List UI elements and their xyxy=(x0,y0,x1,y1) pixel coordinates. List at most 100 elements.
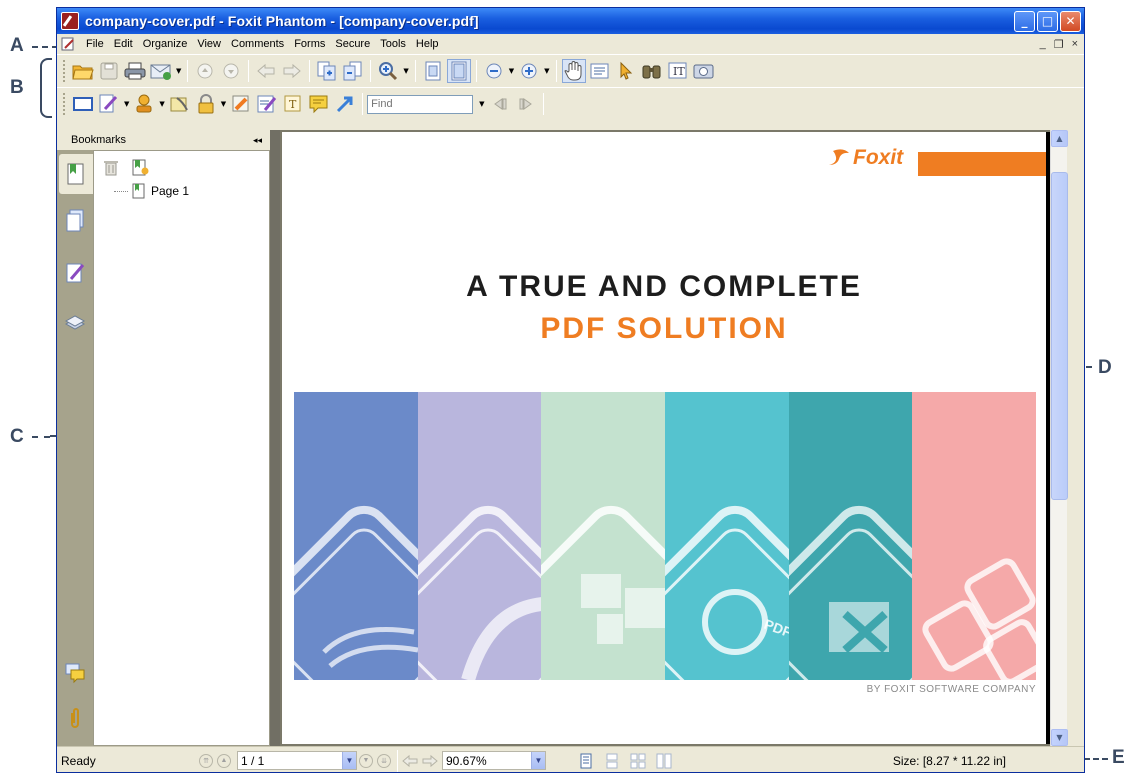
maximize-button[interactable]: □ xyxy=(1037,10,1058,32)
select-text-button[interactable] xyxy=(588,59,612,83)
actual-size-button[interactable] xyxy=(421,59,445,83)
next-view-button[interactable] xyxy=(280,59,304,83)
select-annotation-button[interactable] xyxy=(614,59,638,83)
close-button[interactable]: ✕ xyxy=(1060,10,1081,32)
first-page-nav-button[interactable]: ⇈ xyxy=(199,753,213,768)
tab-pages[interactable] xyxy=(62,208,88,234)
next-page-nav-button[interactable]: ▼ xyxy=(359,753,373,768)
new-bookmark-icon[interactable] xyxy=(131,158,149,176)
zoom-out-dropdown-icon[interactable]: ▼ xyxy=(509,67,514,75)
form-field-button[interactable] xyxy=(71,92,95,116)
prev-page-icon: ▲ xyxy=(220,757,228,764)
menu-organize[interactable]: Organize xyxy=(138,38,193,50)
doc-minimize-button[interactable]: _ xyxy=(1040,38,1046,51)
edit-dropdown-icon[interactable]: ▼ xyxy=(124,100,129,108)
menu-tools[interactable]: Tools xyxy=(375,38,411,50)
scroll-down-button[interactable]: ▼ xyxy=(1051,729,1068,746)
zoom-plus-dropdown-icon[interactable]: ▼ xyxy=(544,67,549,75)
edit-pen-icon xyxy=(99,94,118,113)
vertical-scrollbar[interactable]: ▲ ▼ xyxy=(1050,130,1068,746)
open-button[interactable] xyxy=(71,59,95,83)
continuous-facing-layout-button[interactable] xyxy=(652,749,676,773)
bookmark-label: Page 1 xyxy=(151,184,190,198)
typewriter-button[interactable]: IT xyxy=(666,59,690,83)
tab-signatures[interactable] xyxy=(62,260,88,286)
panel-splitter[interactable] xyxy=(270,130,280,746)
zoom-dropdown-button[interactable]: ▼ xyxy=(531,752,545,769)
scroll-thumb[interactable] xyxy=(1051,172,1068,500)
prev-page-nav-button[interactable]: ▲ xyxy=(217,753,231,768)
tab-comments[interactable] xyxy=(62,660,88,686)
print-button[interactable] xyxy=(123,59,147,83)
foxit-app-icon[interactable] xyxy=(61,12,79,30)
last-page-nav-button[interactable]: ⇊ xyxy=(377,753,391,768)
save-button[interactable] xyxy=(97,59,121,83)
forward-arrow-icon[interactable] xyxy=(422,754,438,768)
page-dropdown-button[interactable]: ▼ xyxy=(342,752,356,769)
scroll-up-button[interactable]: ▲ xyxy=(1051,130,1068,147)
snapshot-button[interactable] xyxy=(692,59,716,83)
collapse-panel-button[interactable]: ◂◂ xyxy=(253,135,262,146)
menu-secure[interactable]: Secure xyxy=(330,38,375,50)
continuous-layout-button[interactable] xyxy=(600,749,624,773)
menu-view[interactable]: View xyxy=(192,38,226,50)
edit-document-button[interactable] xyxy=(97,92,121,116)
status-text: Ready xyxy=(61,753,96,768)
toolbar-row-1: ▼ ▼ ▼ ▼ IT xyxy=(57,54,1084,87)
single-page-layout-button[interactable] xyxy=(574,749,598,773)
find-input[interactable] xyxy=(367,94,474,114)
security-dropdown-icon[interactable]: ▼ xyxy=(221,100,226,108)
doc-restore-button[interactable]: ❐ xyxy=(1054,38,1064,51)
previous-view-button[interactable] xyxy=(254,59,278,83)
zoom-field[interactable]: 90.67% ▼ xyxy=(442,751,546,770)
text-field-button[interactable]: T xyxy=(281,92,305,116)
toolbar-grip[interactable] xyxy=(63,60,66,82)
highlight-button[interactable] xyxy=(229,92,253,116)
find-dropdown-icon[interactable]: ▼ xyxy=(479,100,484,108)
bookmark-item[interactable]: Page 1 xyxy=(114,183,269,199)
facing-layout-button[interactable] xyxy=(626,749,650,773)
email-button[interactable] xyxy=(149,59,173,83)
arrow-tool-button[interactable] xyxy=(333,92,357,116)
form-designer-button[interactable] xyxy=(255,92,279,116)
last-page-button[interactable] xyxy=(219,59,243,83)
find-next-button[interactable] xyxy=(514,92,538,116)
document-menu-icon[interactable] xyxy=(61,37,77,51)
extract-pages-button[interactable] xyxy=(341,59,365,83)
attach-button[interactable] xyxy=(168,92,192,116)
security-button[interactable] xyxy=(194,92,218,116)
menu-file[interactable]: File xyxy=(81,38,109,50)
menu-comments[interactable]: Comments xyxy=(226,38,289,50)
loupe-tool-button[interactable] xyxy=(640,59,664,83)
menu-help[interactable]: Help xyxy=(411,38,444,50)
note-button[interactable] xyxy=(307,92,331,116)
page-number-field[interactable]: 1 / 1 ▼ xyxy=(237,751,357,770)
menu-edit[interactable]: Edit xyxy=(109,38,138,50)
insert-pages-button[interactable] xyxy=(315,59,339,83)
tab-bookmarks[interactable] xyxy=(59,154,93,194)
sign-dropdown-icon[interactable]: ▼ xyxy=(159,100,164,108)
magnifier-frame-icon: PDF xyxy=(665,505,789,680)
find-previous-button[interactable] xyxy=(488,92,512,116)
zoom-in-button[interactable] xyxy=(376,59,400,83)
menu-forms[interactable]: Forms xyxy=(289,38,330,50)
zoom-in-dropdown-icon[interactable]: ▼ xyxy=(403,67,408,75)
callout-b: B xyxy=(10,77,24,98)
comments-icon xyxy=(65,663,85,684)
email-dropdown-icon[interactable]: ▼ xyxy=(176,67,181,75)
toolbar-grip[interactable] xyxy=(63,93,66,115)
zoom-out-button[interactable] xyxy=(482,59,506,83)
minimize-button[interactable]: _ xyxy=(1014,10,1035,32)
tab-attachments[interactable] xyxy=(62,706,88,732)
delete-trash-icon[interactable] xyxy=(103,158,119,176)
document-view[interactable]: Foxit A TRUE AND COMPLETE PDF SOLUTION P… xyxy=(280,130,1050,746)
fit-page-button[interactable] xyxy=(446,59,471,83)
back-arrow-icon[interactable] xyxy=(402,754,418,768)
hand-tool-button[interactable] xyxy=(561,59,586,83)
tab-layers[interactable] xyxy=(62,310,88,336)
first-page-button[interactable] xyxy=(193,59,217,83)
title-bar[interactable]: company-cover.pdf - Foxit Phantom - [com… xyxy=(57,8,1084,34)
user-sign-button[interactable] xyxy=(132,92,156,116)
doc-close-button[interactable]: × xyxy=(1072,38,1078,51)
zoom-plus-button[interactable] xyxy=(517,59,541,83)
